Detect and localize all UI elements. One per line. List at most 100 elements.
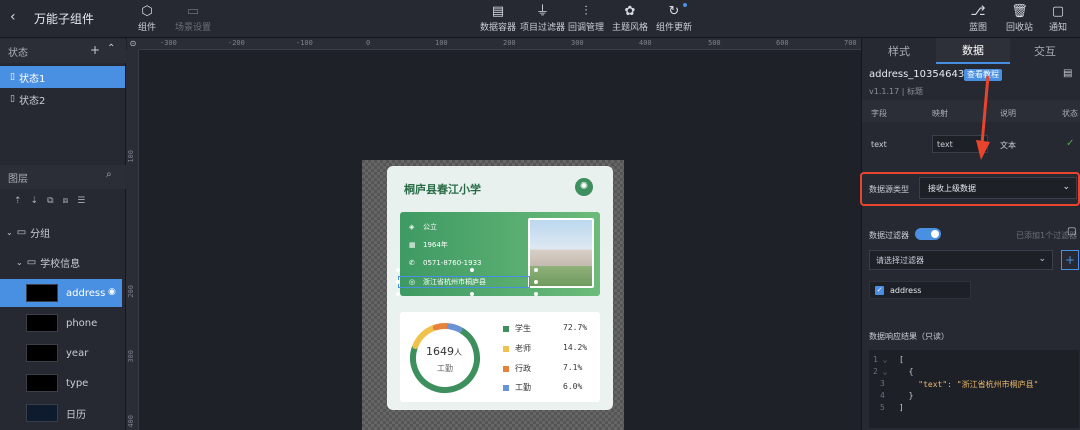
legend-swatch [503, 345, 509, 352]
document-icon[interactable]: ▤ [1063, 68, 1072, 79]
chevron-down-icon: ⌄ [6, 227, 13, 237]
callback-icon: ⫶ [584, 4, 588, 19]
move-down-icon[interactable]: ⇣ [31, 196, 39, 206]
resize-handle[interactable] [470, 268, 474, 272]
data-container-icon: ▤ [491, 4, 505, 19]
file-icon: ▯ [10, 94, 15, 104]
layer-group-root[interactable]: ⌄ ▭ 分组 [0, 221, 125, 243]
toggle-knob [931, 230, 939, 238]
ruler-tick: 100 [435, 39, 448, 47]
back-arrow-icon[interactable]: ‹ [10, 9, 16, 25]
blueprint-icon: ⎇ [970, 4, 986, 19]
col-mapping: 映射 [932, 109, 948, 118]
ruler-toggle-icon[interactable]: ⊙ [127, 38, 139, 50]
layers-icon: ◈ [409, 223, 415, 231]
resize-handle[interactable] [534, 292, 538, 296]
mapping-table-header [862, 100, 1080, 122]
trash-icon: 🗑 [1011, 4, 1028, 19]
layer-item-phone[interactable]: phone [0, 309, 122, 337]
document-icon[interactable]: ▢ [1067, 226, 1076, 237]
toolbar-data-container-button[interactable]: ▤ 数据容器 [480, 4, 516, 33]
state-item-1[interactable]: ▯ 状态1 [0, 66, 125, 88]
state-item-2[interactable]: ▯ 状态2 [0, 88, 125, 110]
line-number: 1 ⌄ [873, 355, 888, 364]
ruler-tick: 100 [127, 150, 135, 163]
donut-segment [432, 323, 451, 331]
top-toolbar: ‹ 万能子组件 ⬡ 组件 ▭ 场景设置 ▤ 数据容器 ⏚ 项目过滤器 ⫶ 回调管… [0, 0, 1080, 38]
code-line: ] [899, 403, 904, 412]
toolbar-update-button[interactable]: ↻ 组件更新 [656, 4, 692, 33]
ruler-tick: 300 [127, 350, 135, 363]
toolbar-filter-button[interactable]: ⏚ 项目过滤器 [520, 4, 565, 33]
filter-icon: ⏚ [535, 4, 549, 19]
layer-group-school[interactable]: ⌄ ▭ 学校信息 [0, 251, 125, 273]
theme-icon: ✿ [624, 4, 636, 19]
layer-thumbnail [26, 284, 58, 302]
legend-item-teacher: 老师 [503, 343, 531, 354]
line-number: 5 [880, 403, 885, 412]
layer-item-type[interactable]: type [0, 369, 122, 397]
school-photo [528, 218, 594, 288]
visibility-icon[interactable]: ◉ [108, 287, 116, 297]
resize-handle[interactable] [396, 268, 400, 272]
add-state-icon[interactable]: + [90, 43, 100, 57]
tab-data[interactable]: 数据 [936, 38, 1010, 64]
donut-segment [412, 324, 437, 349]
info-phone: ✆ 0571-8760-1933 [409, 259, 482, 267]
toolbar-notify-button[interactable]: ▢ 通知 [1049, 4, 1067, 33]
ruler-tick: 400 [127, 415, 135, 428]
row-field: text [871, 140, 887, 149]
layers-header: 图层 ⌕ [0, 165, 126, 189]
vertical-ruler: 100 200 300 400 [126, 50, 139, 430]
folder-icon: ▭ [26, 256, 37, 268]
collapse-icon[interactable]: ⌃ [107, 43, 115, 54]
resize-handle[interactable] [470, 292, 474, 296]
legend-item-worker: 工勤 [503, 382, 531, 393]
folder-icon: ▭ [16, 226, 27, 238]
resize-handle[interactable] [396, 292, 400, 296]
staff-donut-chart [410, 323, 480, 393]
source-type-select[interactable]: 接收上级数据 ⌄ [919, 177, 1077, 199]
checkbox-checked-icon[interactable]: ✓ [875, 285, 884, 295]
group-icon[interactable]: ⧉ [47, 196, 53, 206]
selection-box[interactable] [398, 276, 530, 288]
ruler-tick: -200 [228, 39, 245, 47]
toolbar-callback-button[interactable]: ⫶ 回调管理 [568, 4, 604, 33]
filter-item-address[interactable]: ✓ address [869, 281, 971, 299]
ruler-tick: 200 [127, 285, 135, 298]
tab-interaction[interactable]: 交互 [1010, 38, 1080, 64]
toolbar-theme-button[interactable]: ✿ 主题风格 [612, 4, 648, 33]
col-field: 字段 [871, 109, 887, 118]
app-title: 万能子组件 [34, 12, 95, 26]
layer-item-calendar[interactable]: 日历 [0, 399, 122, 427]
code-line: "text": "浙江省杭州市桐庐县" [899, 380, 1039, 389]
toolbar-trash-button[interactable]: 🗑 回收站 [1006, 4, 1033, 33]
resize-handle[interactable] [534, 268, 538, 272]
toolbar-blueprint-button[interactable]: ⎇ 蓝图 [969, 4, 987, 33]
resize-handle[interactable] [534, 280, 538, 284]
legend-swatch [503, 384, 509, 391]
total-count: 1649人 [426, 345, 462, 358]
info-type: ◈ 公立 [409, 223, 437, 231]
line-number: 2 ⌄ [873, 367, 888, 376]
legend-value: 7.1% [563, 363, 583, 372]
version-info: v1.1.17 | 标题 [869, 87, 923, 96]
legend-value: 6.0% [563, 382, 583, 391]
chevron-down-icon: ⌄ [16, 257, 23, 267]
legend-value: 72.7% [563, 323, 588, 332]
search-icon[interactable]: ⌕ [106, 169, 112, 180]
layer-item-year[interactable]: year [0, 339, 122, 367]
states-header: 状态 + ⌃ [0, 39, 126, 63]
resize-handle[interactable] [396, 280, 400, 284]
align-icon[interactable]: ☰ [77, 196, 85, 206]
message-icon: ▢ [1051, 4, 1065, 19]
layer-item-address[interactable]: address ◉ [0, 279, 122, 307]
filter-select[interactable]: 请选择过滤器 ⌄ [869, 250, 1053, 270]
toolbar-component-button[interactable]: ⬡ 组件 [138, 4, 156, 33]
move-up-icon[interactable]: ⇡ [14, 196, 22, 206]
tab-style[interactable]: 样式 [862, 38, 936, 64]
total-label: 工勤 [437, 364, 453, 373]
add-filter-button[interactable]: + [1061, 250, 1079, 270]
ungroup-icon[interactable]: ⧈ [63, 196, 69, 206]
filter-toggle[interactable] [915, 228, 941, 240]
